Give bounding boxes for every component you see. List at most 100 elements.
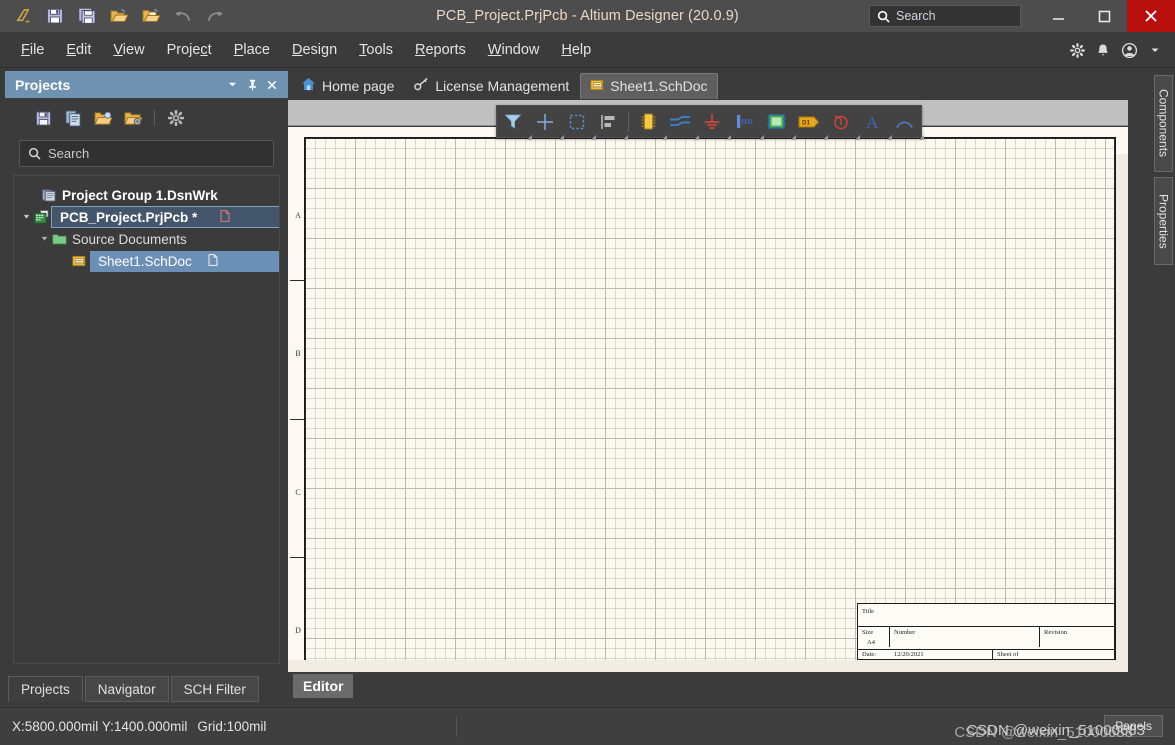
menu-place[interactable]: Place <box>223 38 281 62</box>
undo-icon[interactable] <box>168 2 198 30</box>
titleblock-date-value: 12/20/2021 <box>894 651 924 658</box>
search-placeholder: Search <box>48 146 90 161</box>
vertical-tab-properties[interactable]: Properties <box>1154 177 1173 265</box>
active-bar-toolbar: D1 A <box>496 105 924 140</box>
tab-sheet1-schdoc[interactable]: Sheet1.SchDoc <box>580 72 718 99</box>
canvas-horizontal-scrollbar[interactable] <box>288 660 1128 672</box>
port-icon[interactable]: D1 <box>796 109 828 140</box>
crosshair-icon[interactable] <box>532 109 565 140</box>
menu-reports[interactable]: Reports <box>404 38 477 62</box>
save-project-icon[interactable] <box>29 105 57 131</box>
redo-icon[interactable] <box>200 2 230 30</box>
no-erc-icon[interactable] <box>828 109 860 140</box>
folder-icon <box>50 233 68 245</box>
menu-right-icons <box>1065 32 1167 68</box>
wire-icon[interactable] <box>667 109 700 140</box>
menu-view[interactable]: View <box>102 38 155 62</box>
titleblock-divider <box>858 626 1114 627</box>
titleblock-sheet-label: Sheet of <box>997 651 1019 658</box>
panel-settings-icon[interactable] <box>162 105 190 131</box>
status-bar: X:5800.000mil Y:1400.000mil Grid:100mil … <box>0 707 1175 745</box>
search-input[interactable]: Search <box>19 140 274 167</box>
text-string-icon[interactable]: A <box>860 109 892 140</box>
tab-label: License Management <box>435 77 570 94</box>
project-options-icon[interactable] <box>119 105 147 131</box>
sheet-doc-badge-icon <box>208 253 218 269</box>
schematic-doc-icon <box>590 78 604 94</box>
tab-license-management[interactable]: License Management <box>405 73 578 99</box>
tree-item-project[interactable]: PCB_Project.PrjPcb * <box>14 206 279 228</box>
menu-project[interactable]: Project <box>156 38 223 62</box>
tab-home-page[interactable]: Home page <box>292 73 403 99</box>
zone-tick <box>290 280 304 281</box>
save-icon[interactable] <box>40 2 70 30</box>
editor-tab[interactable]: Editor <box>293 674 354 698</box>
editor-strip: Editor <box>288 672 1175 701</box>
add-existing-project-icon[interactable] <box>89 105 117 131</box>
tree-item-sheet1[interactable]: Sheet1.SchDoc <box>14 250 279 272</box>
vertical-tab-components[interactable]: Components <box>1154 75 1173 172</box>
close-button[interactable] <box>1127 0 1175 32</box>
menu-edit[interactable]: Edit <box>55 38 102 62</box>
panel-close-icon[interactable] <box>262 75 282 95</box>
menu-help[interactable]: Help <box>550 38 602 62</box>
search-icon <box>28 147 41 160</box>
home-icon <box>301 77 316 94</box>
panel-dropdown-icon[interactable] <box>222 75 242 95</box>
sheet-title-block[interactable]: Title Size A4 Number Revision Date: 12/2… <box>857 603 1115 667</box>
compile-icon[interactable] <box>59 105 87 131</box>
selection-rectangle-icon[interactable] <box>564 109 597 140</box>
canvas-vertical-scrollbar[interactable] <box>1116 154 1128 672</box>
tree-item-workspace[interactable]: Project Group 1.DsnWrk <box>14 184 279 206</box>
tree-caret-project[interactable] <box>20 213 32 222</box>
svg-text:A: A <box>866 113 879 131</box>
titleblock-vline <box>1039 626 1040 647</box>
panels-button[interactable]: Panels <box>1104 715 1163 737</box>
window-controls: Search <box>869 0 1175 32</box>
save-all-icon[interactable] <box>72 2 102 30</box>
maximize-button[interactable] <box>1081 0 1127 32</box>
menu-tools[interactable]: Tools <box>348 38 404 62</box>
panel-tab-sch-filter[interactable]: SCH Filter <box>170 676 259 702</box>
menu-file[interactable]: File <box>10 38 55 62</box>
bell-icon[interactable] <box>1091 38 1115 62</box>
sheet-border <box>305 138 1115 666</box>
open-project-icon[interactable] <box>136 2 166 30</box>
gear-icon[interactable] <box>1065 38 1089 62</box>
chevron-down-icon[interactable] <box>1143 38 1167 62</box>
schematic-sheet[interactable]: Title Size A4 Number Revision Date: 12/2… <box>304 137 1116 667</box>
panel-tab-projects[interactable]: Projects <box>8 676 83 702</box>
tree-caret-folder[interactable] <box>38 235 50 244</box>
titleblock-title-label: Title <box>862 608 875 615</box>
tree-item-source-documents[interactable]: Source Documents <box>14 228 279 250</box>
tab-label: Sheet1.SchDoc <box>610 78 708 94</box>
gnd-power-port-icon[interactable] <box>699 109 732 140</box>
open-icon[interactable] <box>104 2 134 30</box>
titleblock-revision-label: Revision <box>1044 629 1068 636</box>
net-label-icon[interactable] <box>732 109 764 140</box>
schematic-canvas[interactable]: 1 2 3 4 1 2 3 4 A B C D A B C D Ti <box>288 127 1128 672</box>
titleblock-date-label: Date: <box>862 651 877 658</box>
sheet-symbol-icon[interactable] <box>764 109 796 140</box>
svg-text:D1: D1 <box>802 119 811 126</box>
altium-logo-icon[interactable] <box>8 2 38 30</box>
global-search-input[interactable]: Search <box>869 5 1021 27</box>
minimize-button[interactable] <box>1035 0 1081 32</box>
account-icon[interactable] <box>1117 38 1141 62</box>
titleblock-size-value: A4 <box>867 639 875 646</box>
titleblock-number-label: Number <box>894 629 916 636</box>
menu-window[interactable]: Window <box>477 38 551 62</box>
component-icon[interactable] <box>635 109 668 140</box>
panel-bottom-tabs: Projects Navigator SCH Filter <box>8 676 259 702</box>
align-icon[interactable] <box>596 109 629 140</box>
project-tree[interactable]: Project Group 1.DsnWrk PCB_Project.PrjPc… <box>13 175 280 664</box>
projects-panel-header: Projects <box>5 71 288 98</box>
schematic-editor: 1 2 3 4 1 2 3 4 A B C D A B C D Ti <box>288 100 1175 672</box>
panel-tab-navigator[interactable]: Navigator <box>84 676 169 702</box>
arc-icon[interactable] <box>892 109 924 140</box>
menu-design[interactable]: Design <box>281 38 348 62</box>
filter-icon[interactable] <box>500 109 533 140</box>
titleblock-size-label: Size <box>862 629 874 636</box>
projects-panel-toolbar <box>5 98 288 138</box>
panel-pin-icon[interactable] <box>242 75 262 95</box>
